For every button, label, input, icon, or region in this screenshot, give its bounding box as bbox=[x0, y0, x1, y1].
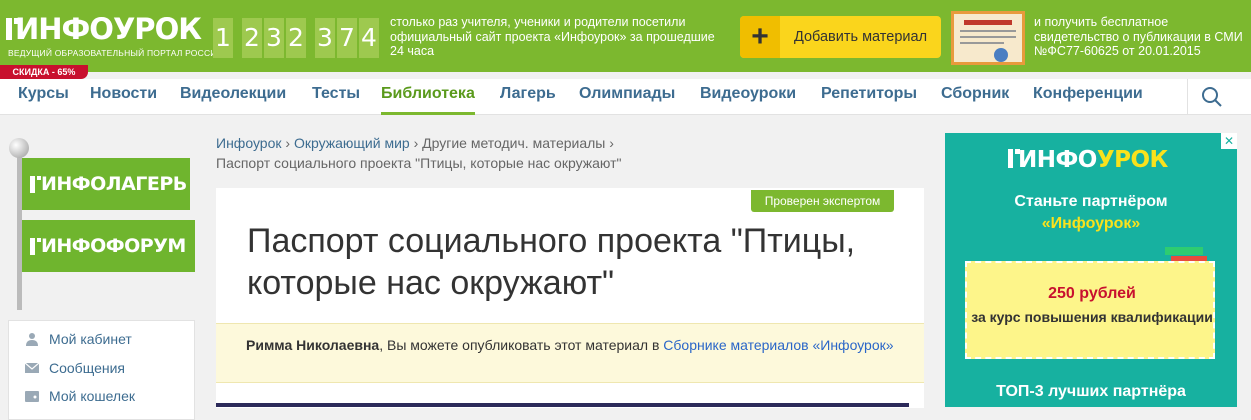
logo-wordmark: ИНФОУРОК bbox=[6, 12, 202, 46]
page-title: Паспорт социального проекта "Птицы, кото… bbox=[247, 222, 856, 302]
certificate-caption: и получить бесплатное свидетельство о пу… bbox=[1034, 15, 1243, 58]
ad-description: за курс повышения квалификации bbox=[971, 309, 1213, 325]
nav-item-news[interactable]: Новости bbox=[90, 85, 157, 115]
nav-item-courses[interactable]: Курсы bbox=[18, 85, 69, 115]
nav-item-tests[interactable]: Тесты bbox=[312, 85, 360, 115]
menu-item-cabinet[interactable]: Мой кабинет bbox=[25, 331, 132, 347]
ad-logo: ИНФОУРОК bbox=[1008, 147, 1168, 173]
visit-counter: 1 2 3 2 3 7 4 bbox=[213, 18, 379, 58]
nav-item-camp[interactable]: Лагерь bbox=[500, 85, 556, 115]
logo-tagline: ВЕДУЩИЙ ОБРАЗОВАТЕЛЬНЫЙ ПОРТАЛ РОССИИ bbox=[8, 48, 223, 58]
breadcrumb: Инфоурок › Окружающий мир › Другие метод… bbox=[216, 135, 622, 171]
sale-badge[interactable]: СКИДКА - 65% bbox=[0, 65, 88, 79]
nav-divider bbox=[1187, 79, 1188, 115]
nav-item-videolessons[interactable]: Видеоуроки bbox=[700, 85, 796, 115]
counter-digit: 2 bbox=[242, 18, 262, 58]
menu-item-messages[interactable]: Сообщения bbox=[25, 360, 125, 376]
counter-digit: 2 bbox=[286, 18, 306, 58]
menu-item-wallet[interactable]: Мой кошелек bbox=[25, 388, 135, 404]
ad-price: 250 рублей bbox=[1048, 285, 1136, 302]
dark-banner-edge bbox=[216, 403, 909, 407]
nav-item-videolectures[interactable]: Видеолекции bbox=[180, 85, 286, 115]
site-header: ИНФОУРОК ВЕДУЩИЙ ОБРАЗОВАТЕЛЬНЫЙ ПОРТАЛ … bbox=[0, 0, 1251, 72]
counter-digit: 7 bbox=[337, 18, 357, 58]
ad-bottom-text: ТОП-3 лучших партнёра bbox=[996, 383, 1186, 400]
site-logo[interactable]: ИНФОУРОК ВЕДУЩИЙ ОБРАЗОВАТЕЛЬНЫЙ ПОРТАЛ … bbox=[6, 8, 223, 68]
flag-pole-top bbox=[9, 138, 29, 158]
user-icon bbox=[26, 333, 38, 346]
expert-verified-badge: Проверен экспертом bbox=[751, 190, 894, 212]
nav-item-tutors[interactable]: Репетиторы bbox=[821, 85, 917, 115]
infoforum-banner[interactable]: ИНФО ФОРУМ bbox=[22, 220, 195, 272]
breadcrumb-subject[interactable]: Окружающий мир bbox=[294, 135, 410, 151]
search-icon[interactable] bbox=[1200, 85, 1224, 109]
counter-digit: 1 bbox=[213, 18, 233, 58]
material-card: Проверен экспертом Паспорт социального п… bbox=[216, 188, 924, 408]
main-nav: Курсы Новости Видеолекции Тесты Библиоте… bbox=[0, 79, 1251, 115]
nav-item-collection[interactable]: Сборник bbox=[941, 85, 1009, 115]
certificate-icon[interactable] bbox=[951, 11, 1025, 65]
breadcrumb-current: Паспорт социального проекта "Птицы, кото… bbox=[216, 155, 622, 171]
notice-user-name: Римма Николаевна bbox=[246, 337, 380, 353]
envelope-icon bbox=[25, 362, 39, 373]
close-icon[interactable]: ✕ bbox=[1221, 133, 1237, 149]
counter-caption: столько раз учителя, ученики и родители … bbox=[390, 15, 715, 58]
nav-item-library[interactable]: Библиотека bbox=[381, 85, 475, 115]
collection-link[interactable]: Сборнике материалов «Инфоурок» bbox=[663, 337, 893, 353]
nav-item-conferences[interactable]: Конференции bbox=[1033, 85, 1143, 115]
ad-heading: Станьте партнёром «Инфоурок» bbox=[1014, 193, 1168, 232]
add-material-label: Добавить материал bbox=[793, 29, 928, 45]
ad-offer-box: 250 рублей за курс повышения квалификаци… bbox=[965, 261, 1215, 359]
partner-ad[interactable]: ✕ ИНФОУРОК Станьте партнёром «Инфоурок» … bbox=[945, 133, 1237, 407]
breadcrumb-category[interactable]: Другие методич. материалы bbox=[422, 135, 605, 151]
counter-digit: 3 bbox=[315, 18, 335, 58]
counter-digit: 4 bbox=[359, 18, 379, 58]
infolager-banner[interactable]: ИНФО ЛАГЕРЬ bbox=[22, 158, 190, 210]
breadcrumb-home[interactable]: Инфоурок bbox=[216, 135, 281, 151]
user-cabinet-menu: Мой кабинет Сообщения Мой кошелек bbox=[8, 320, 195, 420]
add-material-button[interactable]: + Добавить материал bbox=[740, 16, 941, 58]
nav-item-olympiads[interactable]: Олимпиады bbox=[579, 85, 675, 115]
plus-icon: + bbox=[740, 16, 780, 58]
publish-notice: Римма Николаевна, Вы можете опубликовать… bbox=[216, 323, 924, 383]
wallet-icon bbox=[25, 391, 39, 402]
counter-digit: 3 bbox=[264, 18, 284, 58]
